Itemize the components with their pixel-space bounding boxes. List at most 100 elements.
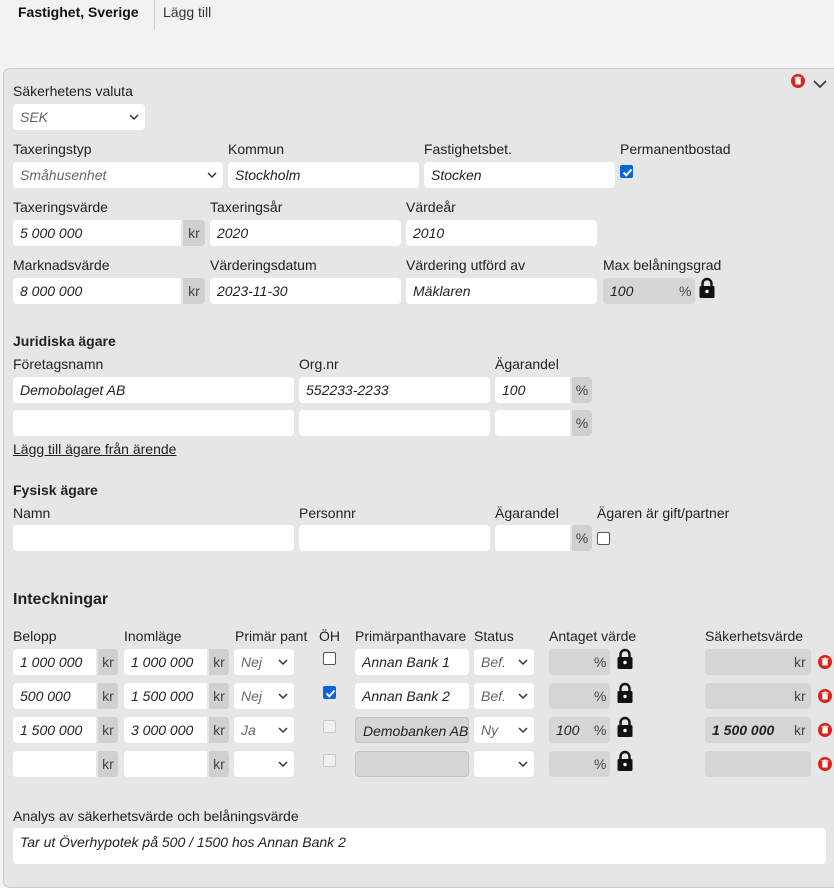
kr-unit: kr (98, 751, 118, 777)
varderingsdatum-input[interactable]: 2023-11-30 (210, 278, 401, 304)
gift-partner-checkbox[interactable] (597, 532, 610, 545)
delete-security-icon[interactable] (791, 74, 805, 88)
foretagsnamn-input[interactable] (13, 410, 294, 436)
varderingsdatum-label: Värderingsdatum (210, 257, 317, 273)
taxeringsvarde-input[interactable]: 5 000 000 (13, 220, 181, 246)
chevron-down-icon (518, 659, 528, 666)
delete-row-icon[interactable] (818, 723, 832, 737)
vardering-utford-av-input[interactable]: Mäklaren (406, 278, 597, 304)
agarandel-input[interactable] (495, 525, 570, 551)
chevron-down-icon (278, 659, 288, 666)
permanentbostad-checkbox[interactable] (620, 165, 633, 178)
antaget-varde-header: Antaget värde (549, 628, 637, 644)
primar-pant-select[interactable]: Nej (234, 649, 294, 675)
inomlage-input[interactable]: 3 000 000 (124, 717, 207, 743)
primarpanthavare-input[interactable]: Annan Bank 1 (355, 649, 469, 675)
max-belaningsgrad-label: Max belåningsgrad (603, 257, 722, 273)
personnr-input[interactable] (299, 525, 490, 551)
belopp-input[interactable]: 1 000 000 (13, 649, 96, 675)
lock-icon[interactable] (616, 648, 634, 670)
sakerhetsvarde-header: Säkerhetsvärde (705, 628, 804, 644)
belopp-input[interactable]: 1 500 000 (13, 717, 96, 743)
chevron-down-icon (518, 761, 528, 768)
taxeringsvarde-label: Taxeringsvärde (13, 199, 108, 215)
lock-icon[interactable] (616, 750, 634, 772)
sakerhetsvarde-input (705, 751, 811, 777)
kr-unit: kr (98, 717, 118, 743)
oh-header: ÖH (319, 628, 340, 644)
marknadsvarde-input[interactable]: 8 000 000 (13, 278, 181, 304)
analys-label: Analys av säkerhetsvärde och belåningsvä… (13, 808, 299, 824)
agarandel-input[interactable] (495, 410, 570, 436)
oh-checkbox[interactable] (323, 652, 336, 665)
delete-row-icon[interactable] (818, 655, 832, 669)
org-nr-label: Org.nr (299, 356, 339, 372)
agarandel-input[interactable]: 100 (495, 377, 570, 403)
delete-row-icon[interactable] (818, 689, 832, 703)
inomlage-input[interactable] (124, 751, 207, 777)
pct-unit: % (572, 525, 592, 551)
kommun-input[interactable]: Stockholm (228, 162, 419, 188)
delete-row-icon[interactable] (818, 757, 832, 771)
lock-icon[interactable] (698, 277, 716, 299)
org-nr-input[interactable]: 552233-2233 (299, 377, 490, 403)
belopp-input[interactable] (13, 751, 96, 777)
vardear-input[interactable]: 2010 (406, 220, 597, 246)
primarpanthavare-input[interactable]: Annan Bank 2 (355, 683, 469, 709)
vardear-label: Värdeår (406, 199, 456, 215)
status-select-value: Bef. (481, 654, 506, 670)
fastighetsbet-input[interactable]: Stocken (424, 162, 615, 188)
lock-icon[interactable] (616, 682, 634, 704)
currency-select[interactable]: SEK (13, 104, 145, 130)
add-owner-link[interactable]: Lägg till ägare från ärende (13, 441, 176, 457)
belopp-header: Belopp (13, 628, 57, 644)
primar-pant-select[interactable]: Ja (234, 717, 294, 743)
primar-pant-select-value: Nej (241, 654, 263, 670)
fastighetsbet-label: Fastighetsbet. (424, 141, 512, 157)
tab-bar: Fastighet, Sverige Lägg till (0, 0, 834, 30)
status-select[interactable]: Bef. (474, 683, 534, 709)
namn-input[interactable] (13, 525, 294, 551)
pct-unit: % (594, 756, 607, 772)
agarandel-label: Ägarandel (495, 505, 559, 521)
pct-unit: % (594, 654, 607, 670)
checkmark-icon (325, 689, 336, 698)
chevron-down-icon (278, 693, 288, 700)
chevron-down-icon (278, 761, 288, 768)
status-select-value: Ny (481, 722, 499, 738)
kr-unit: kr (794, 654, 806, 670)
primar-pant-select[interactable]: Nej (234, 683, 294, 709)
primar-pant-select[interactable] (234, 751, 294, 777)
taxeringsar-input[interactable]: 2020 (210, 220, 401, 246)
status-header: Status (474, 628, 514, 644)
tab-fastighet-sverige[interactable]: Fastighet, Sverige (3, 0, 155, 30)
taxeringstyp-select[interactable]: Småhusenhet (13, 162, 223, 188)
kr-unit: kr (183, 278, 205, 304)
lock-icon[interactable] (616, 716, 634, 738)
primar-pant-select-value: Ja (241, 722, 256, 738)
kommun-label: Kommun (228, 141, 285, 157)
foretagsnamn-input[interactable]: Demobolaget AB (13, 377, 294, 403)
kr-unit: kr (794, 688, 806, 704)
primar-pant-select-value: Nej (241, 688, 263, 704)
belopp-input[interactable]: 500 000 (13, 683, 96, 709)
status-select[interactable]: Ny (474, 717, 534, 743)
primar-pant-header: Primär pant (235, 628, 308, 644)
kr-unit: kr (209, 751, 229, 777)
primarpanthavare-header: Primärpanthavare (355, 628, 467, 644)
tab-lagg-till[interactable]: Lägg till (148, 0, 226, 30)
taxeringstyp-label: Taxeringstyp (13, 141, 92, 157)
gift-partner-label: Ägaren är gift/partner (597, 505, 730, 521)
taxeringsar-label: Taxeringsår (210, 199, 283, 215)
primarpanthavare-input (355, 751, 469, 777)
fysisk-agare-heading: Fysisk ägare (13, 482, 98, 498)
status-select[interactable] (474, 751, 534, 777)
analys-textarea[interactable]: Tar ut Överhypotek på 500 / 1500 hos Ann… (13, 828, 826, 864)
org-nr-input[interactable] (299, 410, 490, 436)
oh-checkbox[interactable] (323, 686, 336, 699)
marknadsvarde-label: Marknadsvärde (13, 257, 110, 273)
inomlage-input[interactable]: 1 000 000 (124, 649, 207, 675)
status-select[interactable]: Bef. (474, 649, 534, 675)
collapse-chevron-icon[interactable] (812, 78, 828, 90)
inomlage-input[interactable]: 1 500 000 (124, 683, 207, 709)
